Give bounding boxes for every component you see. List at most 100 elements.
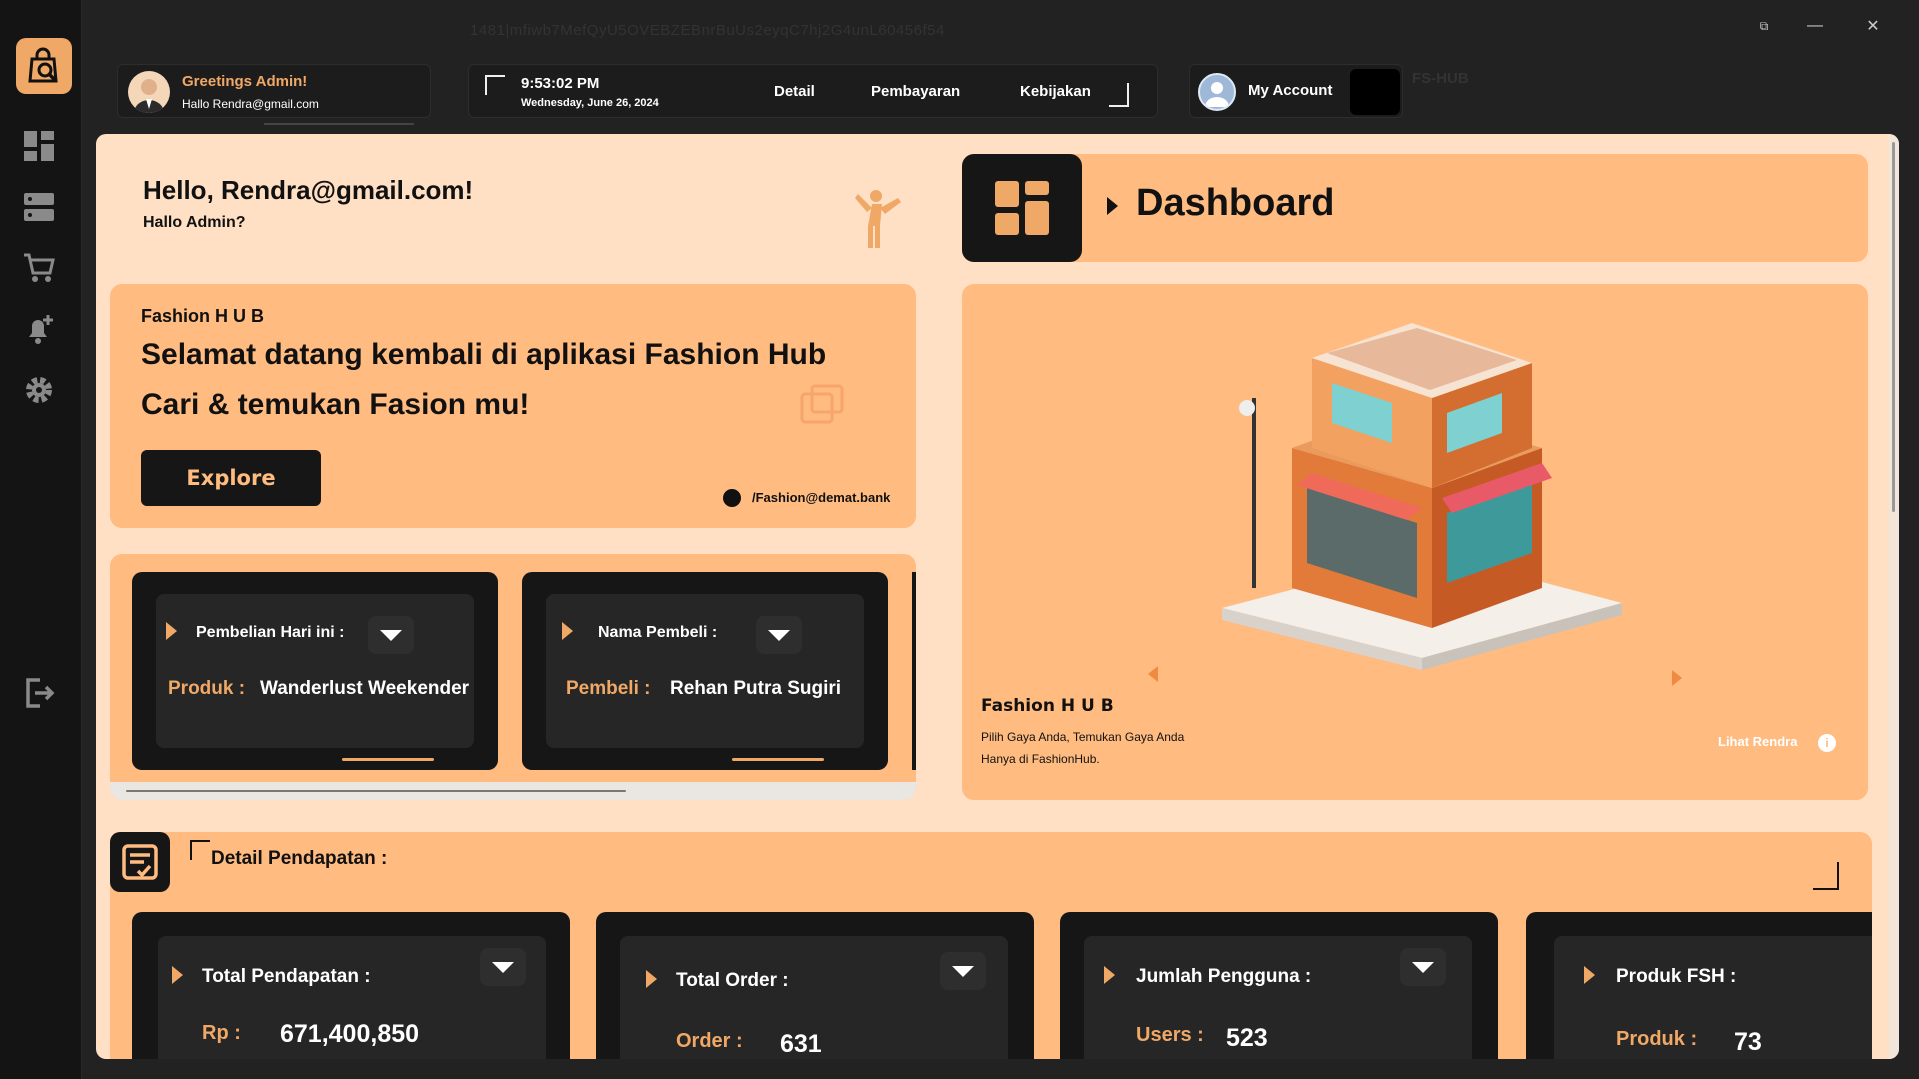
mini-cards-strip: Pembelian Hari ini : Produk : Wanderlust…: [110, 554, 916, 800]
info-icon[interactable]: i: [1818, 734, 1836, 752]
purchase-card: Pembelian Hari ini : Produk : Wanderlust…: [132, 572, 498, 770]
minimize-button[interactable]: —: [1797, 14, 1833, 38]
corner-bracket-icon: [485, 75, 505, 95]
close-button[interactable]: ✕: [1855, 14, 1891, 38]
account-icon: [1198, 73, 1236, 111]
stat-card-users: Jumlah Pengguna : Users : 523: [1060, 912, 1498, 1059]
greeting-title: Greetings Admin!: [182, 73, 308, 90]
hello-subtitle: Hallo Admin?: [143, 214, 246, 231]
app-logo: [16, 38, 72, 94]
stat-users-value: 523: [1226, 1024, 1268, 1052]
bullet-dot: [723, 489, 741, 507]
next-slide-button[interactable]: [1672, 670, 1682, 686]
buyer-label: Pembeli :: [566, 678, 651, 699]
welcome-handle[interactable]: /Fashion@demat.bank: [752, 490, 890, 505]
chevron-down-icon: [492, 961, 514, 973]
welcome-line1: Selamat datang kembali di aplikasi Fashi…: [141, 338, 827, 371]
prev-slide-button[interactable]: [1148, 666, 1158, 682]
purchase-value: Wanderlust Weekender: [260, 678, 470, 699]
dashboard-header: Dashboard: [962, 154, 1868, 262]
window-title: 1481|mfiwb7MefQyU5OVEBZEBnrBuUs2eyqC7hj2…: [470, 22, 945, 39]
purchase-card-title: Pembelian Hari ini :: [196, 624, 345, 641]
dashboard-icon: [24, 131, 54, 161]
stat-card-revenue: Total Pendapatan : Rp : 671,400,850: [132, 912, 570, 1059]
buyer-dropdown-button[interactable]: [756, 616, 802, 654]
nav-detail[interactable]: Detail: [774, 83, 815, 100]
explore-button[interactable]: Explore: [141, 450, 321, 506]
detail-icon-box: [110, 832, 170, 892]
scrollbar-thumb[interactable]: [126, 790, 626, 792]
close-icon: ✕: [1866, 18, 1880, 35]
detail-title: Detail Pendapatan :: [211, 848, 388, 869]
logout-icon: [26, 678, 55, 708]
avatar: [128, 71, 170, 113]
nav-dashboard[interactable]: [14, 121, 64, 171]
chevron-down-icon: [1412, 961, 1434, 973]
nav-notifications[interactable]: [14, 304, 64, 354]
minimize-icon: —: [1807, 17, 1823, 34]
gallery-icon: [800, 384, 844, 424]
greeting-panel: Greetings Admin! Hallo Rendra@gmail.com: [117, 64, 431, 125]
showcase-card: Fashion H U B Pilih Gaya Anda, Temukan G…: [962, 284, 1868, 800]
welcome-card: Fashion H U B Selamat datang kembali di …: [110, 284, 916, 528]
triangle-icon: [172, 966, 183, 984]
triangle-icon: [562, 622, 573, 640]
orders-dropdown-button[interactable]: [940, 952, 986, 990]
triangle-icon: [1107, 197, 1118, 215]
corner-bracket-icon: [1109, 83, 1129, 107]
purchase-dropdown-button[interactable]: [368, 616, 414, 654]
nav-pembayaran[interactable]: Pembayaran: [871, 83, 960, 100]
detail-section: Detail Pendapatan : Total Pendapatan : R…: [110, 832, 1872, 1059]
clock-date: Wednesday, June 26, 2024: [521, 97, 659, 109]
nav-data[interactable]: [14, 182, 64, 232]
person-avatar-icon: [134, 79, 164, 113]
vertical-scrollbar[interactable]: [1889, 134, 1899, 1059]
account-label: My Account: [1248, 82, 1333, 99]
stat-users-label: Users :: [1136, 1024, 1204, 1046]
buyer-card-title: Nama Pembeli :: [598, 624, 718, 641]
corner-bracket-icon: [1813, 862, 1839, 890]
account-panel[interactable]: My Account: [1189, 64, 1403, 118]
chevron-down-icon: [768, 629, 790, 641]
stat-orders-label: Order :: [676, 1030, 743, 1052]
restore-button[interactable]: ⧉: [1746, 14, 1782, 38]
users-dropdown-button[interactable]: [1400, 948, 1446, 986]
stat-orders-value: 631: [780, 1030, 822, 1058]
showcase-brand: Fashion H U B: [981, 696, 1114, 716]
checklist-icon: [122, 844, 158, 880]
vertical-scrollbar-thumb[interactable]: [1892, 142, 1895, 512]
gear-icon: [26, 377, 52, 403]
dashboard-icon-box: [962, 154, 1082, 262]
nav-settings[interactable]: [14, 365, 64, 415]
dashboard-title: Dashboard: [1136, 182, 1335, 224]
app-window: 1481|mfiwb7MefQyU5OVEBZEBnrBuUs2eyqC7hj2…: [0, 0, 1919, 1079]
stat-revenue-title: Total Pendapatan :: [202, 966, 371, 987]
sidebar: [0, 0, 82, 1079]
card-underline: [732, 758, 824, 761]
bell-add-icon: [29, 315, 53, 344]
triangle-icon: [646, 970, 657, 988]
horizontal-scrollbar[interactable]: [110, 782, 916, 800]
buyer-card: Nama Pembeli : Pembeli : Rehan Putra Sug…: [522, 572, 888, 770]
stat-products-title: Produk FSH :: [1616, 966, 1737, 987]
nav-kebijakan[interactable]: Kebijakan: [1020, 83, 1091, 100]
nav-cart[interactable]: [14, 243, 64, 293]
clock-time: 9:53:02 PM: [521, 75, 600, 92]
stat-products-label: Produk :: [1616, 1028, 1698, 1050]
account-badge: [1350, 69, 1400, 115]
welcome-line2: Cari & temukan Fasion mu!: [141, 388, 530, 421]
buyer-value: Rehan Putra Sugiri: [670, 678, 842, 699]
revenue-dropdown-button[interactable]: [480, 948, 526, 986]
time-nav-panel: 9:53:02 PM Wednesday, June 26, 2024 Deta…: [468, 64, 1158, 118]
server-list-icon: [24, 193, 54, 221]
greeting-email: Hallo Rendra@gmail.com: [182, 97, 319, 111]
logout-button[interactable]: [14, 668, 64, 718]
next-card-edge: [912, 572, 916, 770]
corner-bracket-icon: [190, 840, 210, 860]
triangle-icon: [166, 622, 177, 640]
store-building-illustration: [1222, 323, 1622, 670]
main-panel: Hello, Rendra@gmail.com! Hallo Admin? Da…: [96, 134, 1899, 1059]
stat-revenue-label: Rp :: [202, 1022, 241, 1044]
purchase-label: Produk :: [168, 678, 246, 699]
showcase-link[interactable]: Lihat Rendra: [1718, 734, 1797, 749]
